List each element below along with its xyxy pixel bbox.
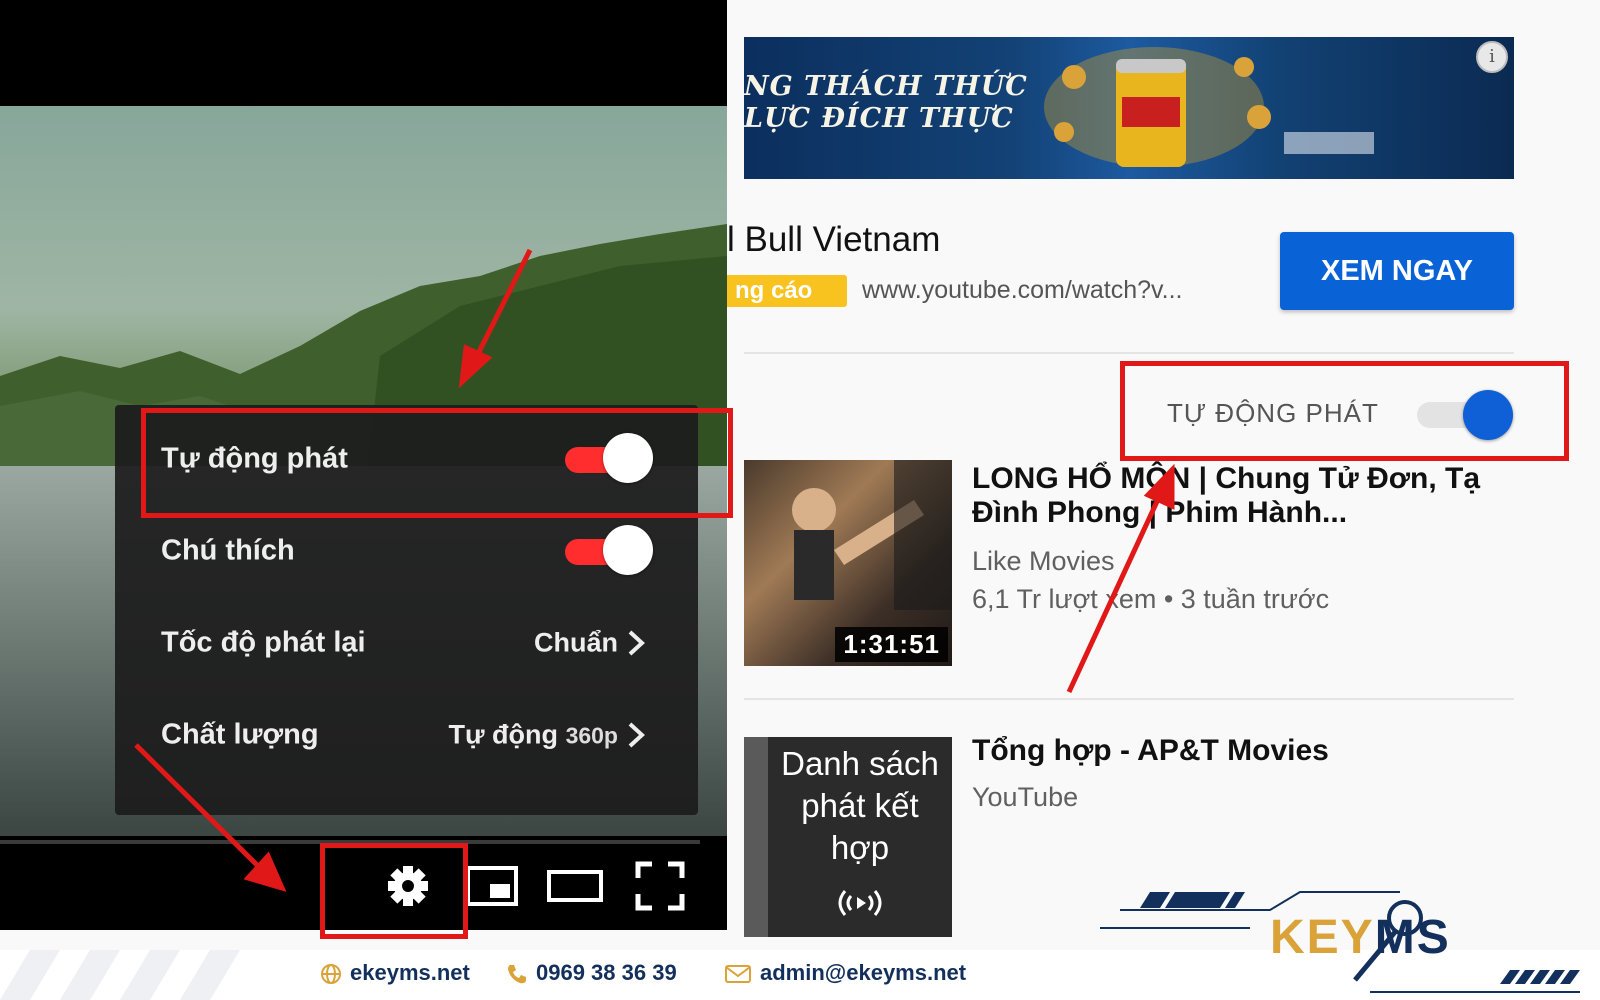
annotation-arrows bbox=[134, 248, 1175, 892]
contact-phone[interactable]: 0969 38 36 39 bbox=[506, 960, 677, 986]
phone-text: 0969 38 36 39 bbox=[536, 960, 677, 985]
contact-website[interactable]: ekeyms.net bbox=[320, 960, 470, 986]
brand-key: KEY bbox=[1270, 911, 1375, 964]
screenshot: Tự động phát Chú thích Tốc độ phát lại C… bbox=[0, 0, 1600, 1000]
website-text: ekeyms.net bbox=[350, 960, 470, 985]
footer-stripes-decoration bbox=[0, 950, 240, 1000]
brand-ms: MS bbox=[1374, 911, 1451, 964]
globe-icon bbox=[321, 964, 341, 985]
email-text: admin@ekeyms.net bbox=[760, 960, 967, 985]
brand-logo: KEYMS bbox=[1100, 880, 1600, 1000]
mail-icon bbox=[725, 965, 751, 984]
phone-icon bbox=[508, 965, 526, 984]
brand-wordmark: KEYMS bbox=[1270, 910, 1451, 965]
contact-email[interactable]: admin@ekeyms.net bbox=[724, 960, 966, 986]
